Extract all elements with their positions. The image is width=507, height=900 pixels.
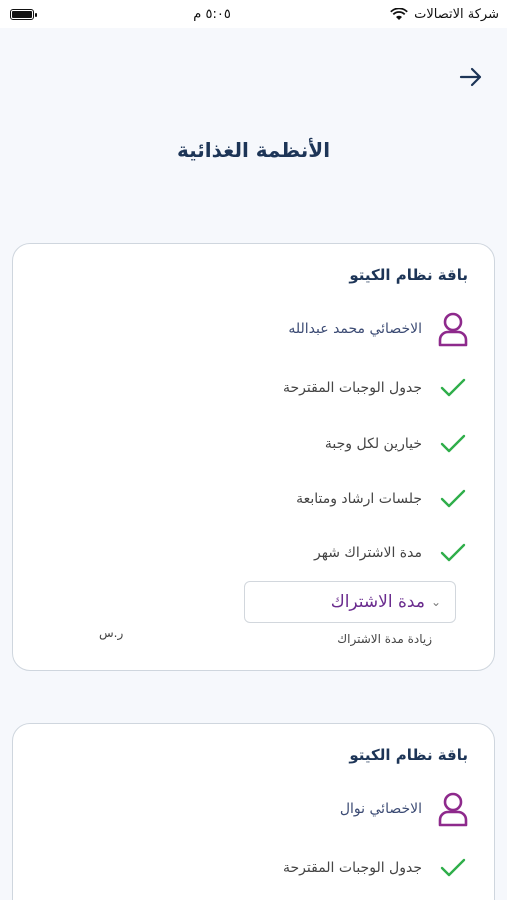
user-icon	[436, 312, 470, 347]
chevron-down-icon: ⌄	[430, 595, 441, 609]
battery-icon	[10, 8, 37, 20]
feature-row: مدة الاشتراك شهر	[314, 536, 470, 570]
subscription-duration-select[interactable]: ⌄ مدة الاشتراك	[244, 581, 456, 623]
feature-row: جدول الوجبات المقترحة	[283, 851, 470, 885]
package-card[interactable]: باقة نظام الكيتو الاخصائي محمد عبدالله ج…	[12, 243, 495, 671]
dropdown-value: مدة الاشتراك	[330, 592, 425, 612]
page-title: الأنظمة الغذائية	[176, 138, 331, 162]
feature-label: مدة الاشتراك شهر	[314, 545, 422, 561]
user-icon	[436, 792, 470, 827]
feature-row: جلسات ارشاد ومتابعة	[296, 482, 470, 516]
feature-label: خيارين لكل وجبة	[324, 436, 422, 452]
arrow-right-icon	[459, 67, 482, 87]
specialist-row: الاخصائي نوال	[339, 792, 470, 827]
feature-label: جلسات ارشاد ومتابعة	[296, 491, 422, 507]
check-icon	[436, 536, 470, 570]
package-title: باقة نظام الكيتو	[349, 266, 468, 284]
currency-label: ر.س	[99, 626, 124, 640]
increase-duration-label: زيادة مدة الاشتراك	[337, 632, 432, 646]
carrier-name: شركة الاتصالات	[414, 6, 499, 22]
feature-label: جدول الوجبات المقترحة	[283, 380, 422, 396]
check-icon	[436, 851, 470, 885]
wifi-icon	[390, 7, 408, 20]
specialist-name: الاخصائي نوال	[339, 801, 422, 817]
back-button[interactable]	[456, 62, 486, 92]
feature-row: خيارين لكل وجبة	[325, 427, 470, 461]
specialist-row: الاخصائي محمد عبدالله	[288, 312, 470, 347]
check-icon	[436, 371, 470, 405]
status-time: ٥:٠٥ م	[193, 6, 231, 22]
feature-row: جدول الوجبات المقترحة	[283, 371, 470, 405]
feature-label: جدول الوجبات المقترحة	[283, 860, 422, 876]
package-title: باقة نظام الكيتو	[349, 746, 468, 764]
specialist-name: الاخصائي محمد عبدالله	[288, 321, 422, 337]
status-right: شركة الاتصالات	[390, 7, 499, 22]
check-icon	[436, 427, 470, 461]
status-bar: ٥:٠٥ م شركة الاتصالات	[0, 0, 507, 28]
package-card[interactable]: باقة نظام الكيتو الاخصائي نوال جدول الوج…	[12, 723, 495, 900]
check-icon	[436, 482, 470, 516]
